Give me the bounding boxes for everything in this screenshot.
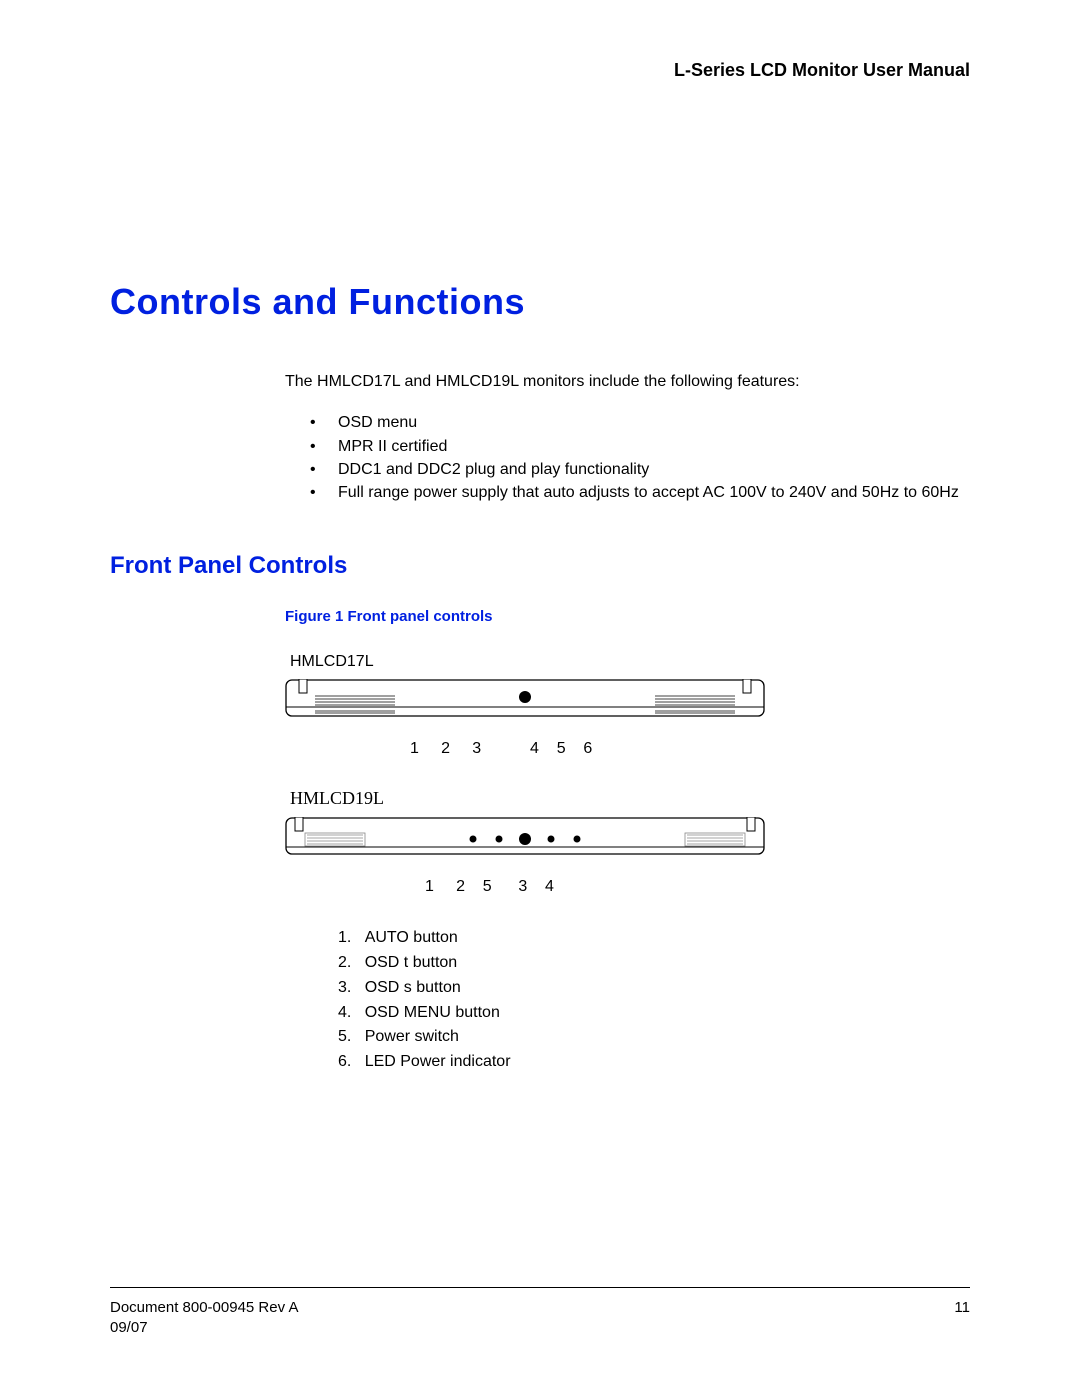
panel-diagram-17l bbox=[285, 679, 970, 732]
controls-list: 1. AUTO button 2. OSD t button 3. OSD s … bbox=[310, 926, 970, 1075]
section-heading: Front Panel Controls bbox=[110, 552, 970, 580]
list-item: 5. Power switch bbox=[310, 1025, 970, 1050]
panel-diagram-19l bbox=[285, 817, 970, 870]
list-text: AUTO button bbox=[365, 929, 458, 946]
figure-caption: Figure 1 Front panel controls bbox=[285, 608, 970, 625]
footer-rule bbox=[110, 1287, 970, 1288]
list-text: OSD s button bbox=[365, 979, 461, 996]
list-text: OSD t button bbox=[365, 954, 458, 971]
page-title: Controls and Functions bbox=[110, 281, 970, 323]
panel-numbers-17l: 1 2 3 4 5 6 bbox=[285, 740, 970, 758]
list-number: 1. bbox=[338, 929, 365, 946]
intro-text: The HMLCD17L and HMLCD19L monitors inclu… bbox=[285, 371, 970, 393]
list-number: 6. bbox=[338, 1053, 365, 1070]
feature-list: OSD menu MPR II certified DDC1 and DDC2 … bbox=[310, 411, 970, 504]
model-label-17l: HMLCD17L bbox=[290, 653, 970, 671]
list-number: 5. bbox=[338, 1028, 365, 1045]
feature-item: DDC1 and DDC2 plug and play functionalit… bbox=[310, 458, 970, 481]
list-item: 4. OSD MENU button bbox=[310, 1001, 970, 1026]
list-number: 4. bbox=[338, 1004, 365, 1021]
list-text: LED Power indicator bbox=[365, 1053, 511, 1070]
header-title: L-Series LCD Monitor User Manual bbox=[110, 60, 970, 81]
panel-numbers-19l: 1 2 5 3 4 bbox=[285, 878, 970, 896]
feature-item: Full range power supply that auto adjust… bbox=[310, 481, 970, 504]
list-number: 3. bbox=[338, 979, 365, 996]
page-footer: Document 800-00945 Rev A 09/07 11 bbox=[110, 1287, 970, 1337]
footer-page-number: 11 bbox=[954, 1298, 970, 1337]
feature-item: OSD menu bbox=[310, 411, 970, 434]
model-label-19l: HMLCD19L bbox=[290, 788, 970, 809]
footer-doc-info: Document 800-00945 Rev A 09/07 bbox=[110, 1298, 298, 1337]
list-item: 2. OSD t button bbox=[310, 951, 970, 976]
footer-doc-line2: 09/07 bbox=[110, 1318, 298, 1338]
list-text: Power switch bbox=[365, 1028, 459, 1045]
list-number: 2. bbox=[338, 954, 365, 971]
list-item: 3. OSD s button bbox=[310, 976, 970, 1001]
list-item: 1. AUTO button bbox=[310, 926, 970, 951]
feature-item: MPR II certified bbox=[310, 435, 970, 458]
list-text: OSD MENU button bbox=[365, 1004, 500, 1021]
footer-doc-line1: Document 800-00945 Rev A bbox=[110, 1298, 298, 1318]
list-item: 6. LED Power indicator bbox=[310, 1050, 970, 1075]
